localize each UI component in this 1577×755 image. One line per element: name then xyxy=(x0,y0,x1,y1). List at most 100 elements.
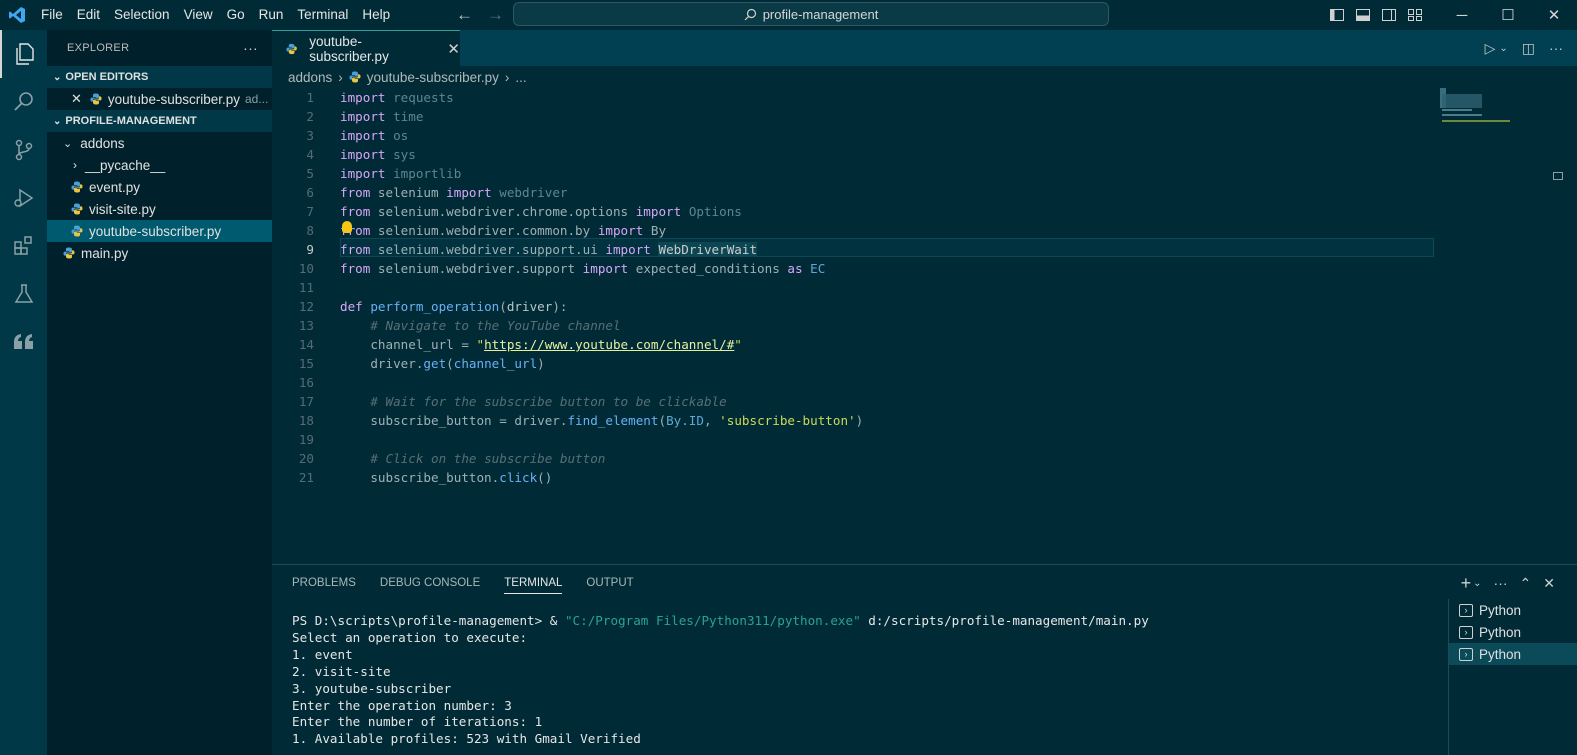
code-line[interactable]: import requests xyxy=(340,88,1510,107)
project-section[interactable]: ⌄ PROFILE-MANAGEMENT xyxy=(47,110,272,132)
code-line[interactable] xyxy=(340,430,1510,449)
breadcrumb-folder[interactable]: addons xyxy=(288,70,332,85)
vertical-scrollbar[interactable] xyxy=(1553,172,1563,180)
line-number: 12 xyxy=(298,299,314,314)
chevron-right-icon: › xyxy=(73,158,77,172)
tab-problems[interactable]: PROBLEMS xyxy=(292,577,356,589)
more-actions-icon[interactable]: ··· xyxy=(243,40,258,56)
code-line[interactable]: from selenium.webdriver.chrome.options i… xyxy=(340,202,1510,221)
file-item-selected[interactable]: youtube-subscriber.py xyxy=(47,220,272,242)
maximize-panel-icon[interactable]: ⌃ xyxy=(1520,575,1532,592)
new-terminal-icon[interactable]: + xyxy=(1461,573,1472,594)
code-line[interactable]: subscribe_button = driver.find_element(B… xyxy=(340,411,1510,430)
code-token: expected_conditions xyxy=(628,261,788,276)
code-area[interactable]: import requests import time import os impor… xyxy=(340,88,1510,564)
run-debug-icon[interactable] xyxy=(0,174,47,222)
menu-selection[interactable]: Selection xyxy=(107,0,177,30)
forward-arrow-icon[interactable]: → xyxy=(487,5,504,25)
back-arrow-icon[interactable]: ← xyxy=(456,5,473,25)
code-line[interactable]: subscribe_button.click() xyxy=(340,468,1510,487)
toggle-panel-icon[interactable] xyxy=(1355,7,1371,23)
customize-layout-icon[interactable] xyxy=(1407,7,1423,23)
search-icon[interactable] xyxy=(0,78,47,126)
terminal-line: 3. youtube-subscriber xyxy=(292,680,452,696)
code-line[interactable]: from selenium import webdriver xyxy=(340,183,1510,202)
code-token: Options xyxy=(688,204,742,219)
terminal-item-label: Python xyxy=(1479,602,1522,618)
menu-terminal[interactable]: Terminal xyxy=(290,0,355,30)
code-line[interactable]: from selenium.webdriver.support.ui impor… xyxy=(340,240,1510,259)
breadcrumb-file[interactable]: youtube-subscriber.py xyxy=(367,70,499,85)
more-actions-icon[interactable]: ··· xyxy=(1549,40,1563,56)
terminal-item-selected[interactable]: › Python xyxy=(1449,643,1577,665)
run-file-icon[interactable]: ▷ xyxy=(1485,40,1496,57)
more-actions-icon[interactable]: ··· xyxy=(1494,575,1508,591)
quote-extension-icon[interactable] xyxy=(0,318,47,366)
menu-edit[interactable]: Edit xyxy=(70,0,107,30)
code-token: import xyxy=(582,261,629,276)
tab-youtube-subscriber[interactable]: youtube-subscriber.py ✕ xyxy=(272,30,460,66)
code-editor[interactable]: 1 2 3 4 5 6 7 8 9 10 11 12 13 14 15 16 17 18 19 20 21 import… xyxy=(272,88,1577,564)
code-line[interactable]: # Click on the subscribe button xyxy=(340,449,1510,468)
code-line[interactable]: import os xyxy=(340,126,1510,145)
explorer-icon[interactable] xyxy=(0,30,47,78)
folder-pycache[interactable]: › __pycache__ xyxy=(47,154,272,176)
menu-go[interactable]: Go xyxy=(220,0,252,30)
minimize-icon[interactable]: ─ xyxy=(1439,0,1485,30)
maximize-icon[interactable]: ☐ xyxy=(1485,0,1531,30)
menu-help[interactable]: Help xyxy=(355,0,397,30)
close-panel-icon[interactable]: ✕ xyxy=(1543,575,1555,592)
file-label: visit-site.py xyxy=(89,201,156,217)
open-editor-item[interactable]: ✕ youtube-subscriber.py ad... xyxy=(47,88,272,110)
code-line[interactable]: # Wait for the subscribe button to be cl… xyxy=(340,392,1510,411)
tab-terminal[interactable]: TERMINAL xyxy=(504,577,563,594)
code-line[interactable]: import importlib xyxy=(340,164,1510,183)
testing-icon[interactable] xyxy=(0,270,47,318)
toggle-primary-sidebar-icon[interactable] xyxy=(1329,7,1345,23)
code-line[interactable]: channel_url = "https://www.youtube.com/c… xyxy=(340,335,1510,354)
code-line[interactable]: def perform_operation(driver): xyxy=(340,297,1510,316)
code-line[interactable]: from selenium.webdriver.support import e… xyxy=(340,259,1510,278)
close-icon[interactable]: ✕ xyxy=(71,91,82,107)
project-label: PROFILE-MANAGEMENT xyxy=(65,115,197,127)
code-token: subscribe_button = driver. xyxy=(340,413,568,428)
breadcrumb-more[interactable]: ... xyxy=(515,70,526,85)
file-item[interactable]: event.py xyxy=(47,176,272,198)
file-item[interactable]: main.py xyxy=(47,242,272,264)
file-item[interactable]: visit-site.py xyxy=(47,198,272,220)
code-line[interactable] xyxy=(340,278,1510,297)
folder-addons[interactable]: ⌄ addons xyxy=(47,132,272,154)
tab-debug-console[interactable]: DEBUG CONSOLE xyxy=(380,577,480,589)
code-line[interactable]: driver.get(channel_url) xyxy=(340,354,1510,373)
extensions-icon[interactable] xyxy=(0,222,47,270)
split-editor-icon[interactable]: ◫ xyxy=(1522,40,1535,57)
chevron-down-icon[interactable]: ⌄ xyxy=(1499,43,1507,54)
code-line[interactable]: from selenium.webdriver.common.by import… xyxy=(340,221,1510,240)
code-line[interactable]: # Navigate to the YouTube channel xyxy=(340,316,1510,335)
close-window-icon[interactable]: ✕ xyxy=(1531,0,1577,30)
tab-output[interactable]: OUTPUT xyxy=(586,577,633,589)
code-line[interactable]: import sys xyxy=(340,145,1510,164)
chevron-down-icon: ⌄ xyxy=(63,137,73,150)
menu-view[interactable]: View xyxy=(177,0,220,30)
source-control-icon[interactable] xyxy=(0,126,47,174)
menu-run[interactable]: Run xyxy=(252,0,291,30)
menu-file[interactable]: File xyxy=(34,0,70,30)
terminal-item[interactable]: › Python xyxy=(1449,621,1577,643)
lightbulb-icon[interactable] xyxy=(342,221,352,233)
close-icon[interactable]: ✕ xyxy=(447,40,460,58)
code-token: import xyxy=(635,204,682,219)
code-line[interactable] xyxy=(340,373,1510,392)
code-token: click xyxy=(499,470,538,485)
code-line[interactable]: import time xyxy=(340,107,1510,126)
terminal-output[interactable]: PS D:\scripts\profile-management> & "C:/… xyxy=(292,613,1442,748)
minimap[interactable] xyxy=(1440,88,1520,128)
command-center-search[interactable]: profile-management xyxy=(513,2,1109,26)
chevron-down-icon[interactable]: ⌄ xyxy=(1473,578,1481,589)
toggle-secondary-sidebar-icon[interactable] xyxy=(1381,7,1397,23)
open-editors-section[interactable]: ⌄ OPEN EDITORS xyxy=(47,66,272,88)
line-number: 14 xyxy=(298,337,314,352)
terminal-item[interactable]: › Python xyxy=(1449,599,1577,621)
editor-tab-bar: youtube-subscriber.py ✕ ▷ ⌄ ◫ ··· xyxy=(272,30,1577,66)
